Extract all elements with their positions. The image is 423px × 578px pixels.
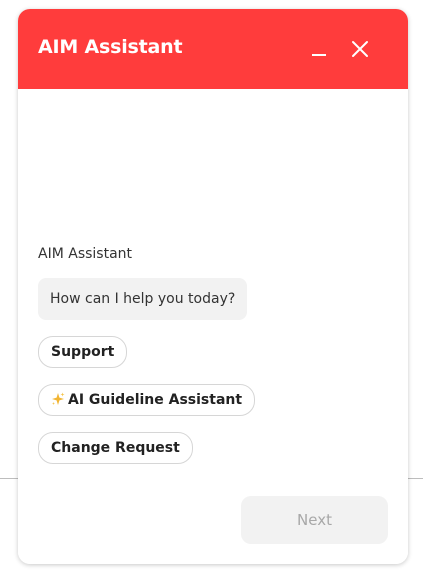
option-ai-guideline-assistant-button[interactable]: AI Guideline Assistant	[38, 384, 256, 416]
option-ai-guideline-assistant-label: AI Guideline Assistant	[68, 392, 243, 408]
minimize-icon	[312, 54, 326, 56]
close-button[interactable]	[349, 38, 371, 60]
chat-body: AIM Assistant How can I help you today? …	[18, 89, 408, 564]
chat-title: AIM Assistant	[38, 36, 183, 58]
sender-name: AIM Assistant	[38, 246, 133, 262]
sparkle-icon	[52, 392, 65, 405]
option-change-request-button[interactable]: Change Request	[38, 432, 193, 464]
page: AIM Assistant AIM Assistant How can I he…	[0, 0, 423, 578]
option-change-request-label: Change Request	[51, 440, 180, 456]
option-support-button[interactable]: Support	[38, 336, 128, 368]
option-support-label: Support	[51, 344, 115, 360]
chat-widget: AIM Assistant AIM Assistant How can I he…	[18, 9, 408, 564]
next-button[interactable]: Next	[241, 496, 388, 544]
chat-header: AIM Assistant	[18, 9, 408, 89]
close-icon	[352, 41, 368, 57]
assistant-message: How can I help you today?	[38, 278, 248, 320]
minimize-button[interactable]	[309, 38, 331, 60]
